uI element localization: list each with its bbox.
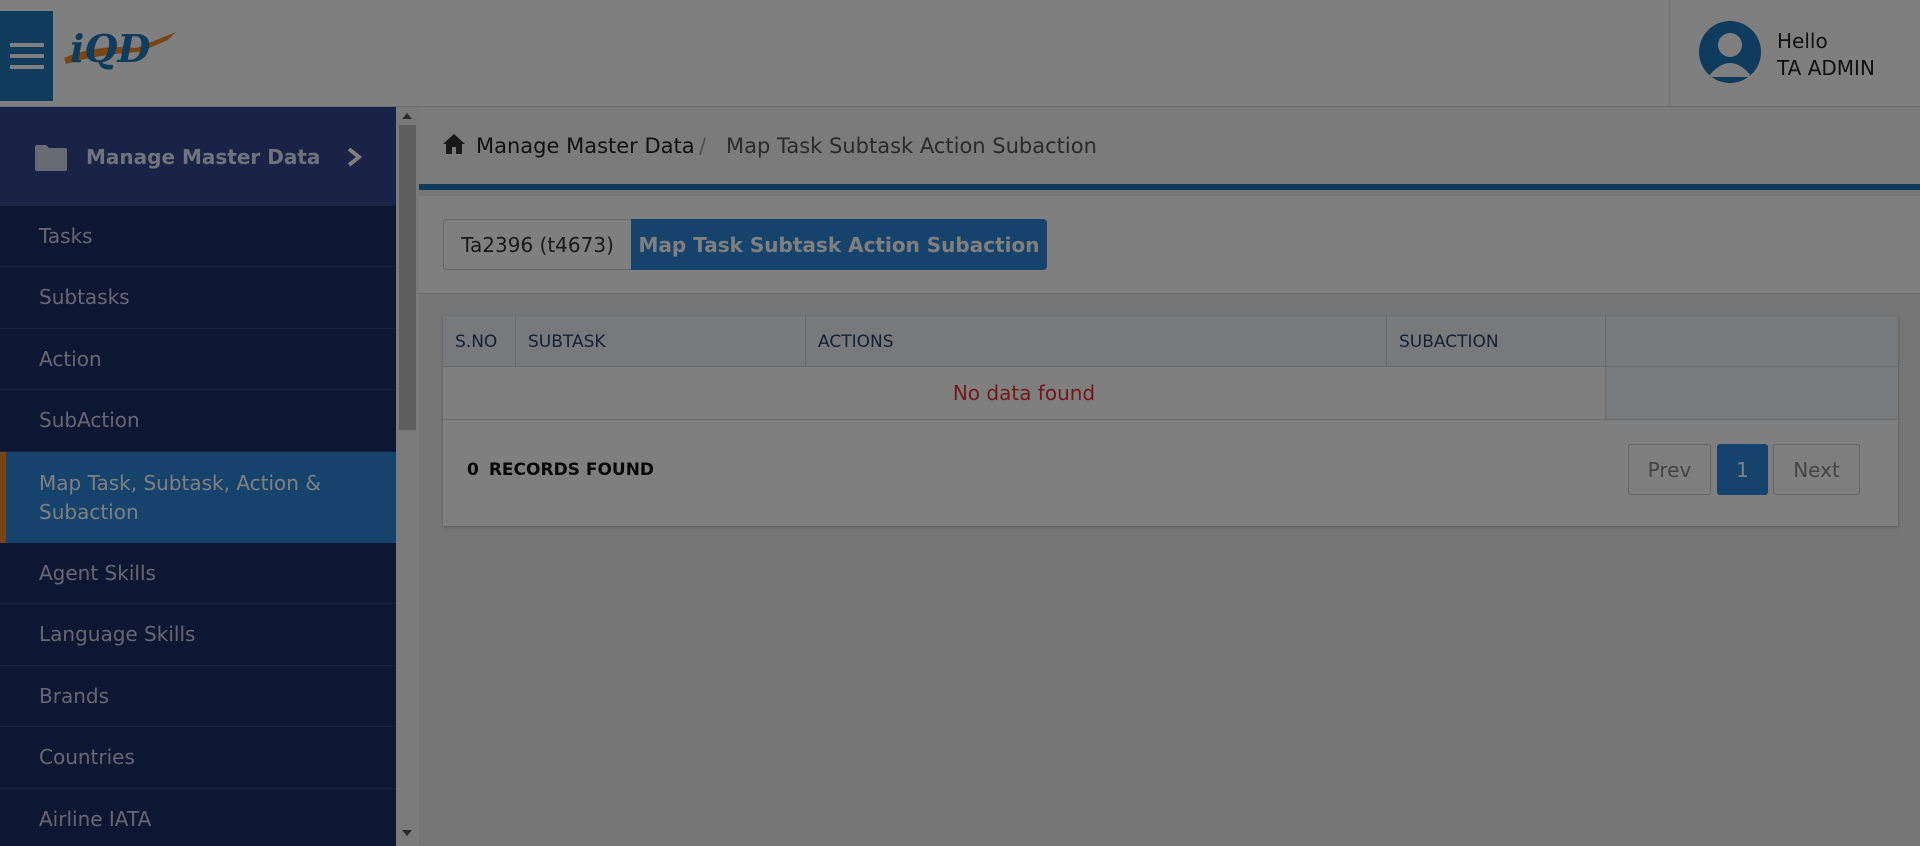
breadcrumb-current: Map Task Subtask Action Subaction — [726, 134, 1097, 158]
sidebar-item-countries[interactable]: Countries — [0, 727, 396, 789]
column-header-subtask[interactable]: SUBTASK — [516, 316, 806, 367]
sidebar-item-agent-skills[interactable]: Agent Skills — [0, 543, 396, 604]
sidebar-item-map-task[interactable]: Map Task, Subtask, Action & Subaction — [0, 452, 396, 543]
records-found: 0 RECORDS FOUND — [467, 460, 654, 480]
sidebar-item-airline-iata[interactable]: Airline IATA — [0, 789, 396, 846]
column-header-subaction[interactable]: SUBACTION — [1387, 316, 1606, 367]
sidebar-item-tasks[interactable]: Tasks — [0, 206, 396, 267]
next-page-button[interactable]: Next — [1773, 444, 1860, 495]
home-icon[interactable] — [442, 133, 466, 155]
sidebar: Manage Master Data Tasks Subtasks Action… — [0, 107, 396, 846]
empty-state-message: No data found — [443, 367, 1606, 420]
sidebar-section-header[interactable]: Manage Master Data — [0, 107, 396, 206]
column-header-actions[interactable]: ACTIONS — [806, 316, 1387, 367]
sidebar-item-subaction[interactable]: SubAction — [0, 390, 396, 452]
hamburger-menu-button[interactable] — [0, 11, 53, 101]
username-text: TA ADMIN — [1777, 56, 1875, 80]
sidebar-item-label: Language Skills — [39, 622, 196, 646]
sidebar-item-label: SubAction — [39, 408, 140, 432]
sidebar-item-label: Agent Skills — [39, 560, 156, 585]
iqd-logo: iQD — [64, 26, 176, 71]
sidebar-item-label: Brands — [39, 683, 109, 708]
folder-icon — [35, 145, 67, 171]
tab-task-id[interactable]: Ta2396 (t4673) — [443, 219, 632, 270]
sidebar-item-subtasks[interactable]: Subtasks — [0, 267, 396, 329]
table-card: S.NO SUBTASK ACTIONS SUBACTION No data f… — [443, 316, 1898, 526]
sidebar-item-label: Action — [39, 346, 102, 371]
hamburger-line — [9, 43, 44, 47]
empty-cell — [1606, 367, 1898, 420]
page-1-button[interactable]: 1 — [1717, 444, 1768, 495]
sidebar-item-label: Airline IATA — [39, 806, 152, 831]
greeting-text: Hello — [1777, 29, 1828, 53]
chevron-right-icon — [347, 147, 362, 167]
breadcrumb: Manage Master Data / Map Task Subtask Ac… — [419, 107, 1920, 190]
scrollbar-thumb[interactable] — [399, 125, 416, 430]
sidebar-section-title: Manage Master Data — [86, 145, 321, 169]
sidebar-item-brands[interactable]: Brands — [0, 666, 396, 727]
logo-text: iQD — [70, 26, 151, 71]
sidebar-item-label: Subtasks — [39, 285, 130, 309]
scroll-up-arrow-icon[interactable] — [402, 113, 412, 119]
sidebar-item-label: Tasks — [39, 223, 93, 248]
table-header: S.NO SUBTASK ACTIONS SUBACTION — [443, 316, 1898, 367]
hamburger-line — [9, 65, 44, 69]
breadcrumb-link-manage-master-data[interactable]: Manage Master Data — [476, 132, 695, 160]
column-header-sno[interactable]: S.NO — [443, 316, 516, 367]
records-label: RECORDS FOUND — [488, 460, 655, 480]
tab-map-task-subtask[interactable]: Map Task Subtask Action Subaction — [631, 219, 1047, 270]
records-count: 0 — [467, 460, 479, 480]
scroll-down-arrow-icon[interactable] — [402, 830, 412, 836]
sidebar-scrollbar[interactable] — [396, 107, 419, 846]
sidebar-item-label: Countries — [39, 745, 135, 769]
sidebar-item-label: Map Task, Subtask, Action & Subaction — [39, 470, 321, 524]
sidebar-item-action[interactable]: Action — [0, 329, 396, 390]
sidebar-item-language-skills[interactable]: Language Skills — [0, 604, 396, 666]
tab-bar: Ta2396 (t4673) Map Task Subtask Action S… — [419, 196, 1920, 294]
hamburger-line — [9, 54, 44, 58]
user-profile[interactable]: Hello TA ADMIN — [1669, 0, 1920, 107]
breadcrumb-separator: / — [699, 134, 707, 158]
user-avatar-icon — [1699, 21, 1761, 83]
prev-page-button[interactable]: Prev — [1628, 444, 1711, 495]
top-header: iQD Hello TA ADMIN — [0, 0, 1920, 107]
